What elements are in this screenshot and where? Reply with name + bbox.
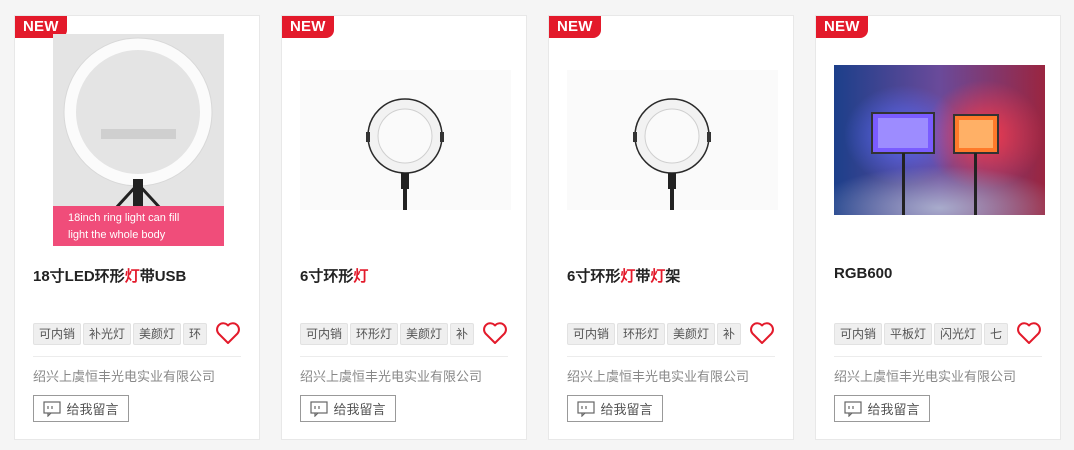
message-icon	[310, 400, 329, 417]
message-icon	[577, 400, 596, 417]
tag: 可内销	[567, 323, 616, 345]
tag: 环	[183, 323, 208, 345]
tag: 平板灯	[884, 323, 933, 345]
leave-message-button[interactable]: 给我留言	[567, 395, 663, 422]
leave-message-button[interactable]: 给我留言	[33, 395, 129, 422]
leave-message-label: 给我留言	[333, 402, 386, 417]
tag-list: 可内销 平板灯 闪光灯七	[834, 323, 1009, 345]
tag: 可内销	[834, 323, 883, 345]
tag: 环形灯	[350, 323, 399, 345]
leave-message-label: 给我留言	[66, 402, 119, 417]
tag: 美颜灯	[133, 323, 182, 345]
product-title[interactable]: 6寸环形灯	[300, 265, 368, 286]
leave-message-label: 给我留言	[867, 402, 920, 417]
tag-list: 可内销 补光灯 美颜灯环	[33, 323, 208, 345]
divider	[300, 356, 508, 357]
product-card[interactable]: NEW 18inch ring light can fill light the…	[14, 15, 260, 440]
heart-icon[interactable]	[1016, 321, 1042, 345]
product-title[interactable]: RGB600	[834, 265, 892, 282]
tag: 补光灯	[83, 323, 132, 345]
tag-list: 可内销 环形灯 美颜灯补	[567, 323, 742, 345]
tag: 美颜灯	[400, 323, 449, 345]
product-image[interactable]	[834, 34, 1045, 246]
image-caption-line1: 18inch ring light can fill	[68, 212, 179, 224]
product-card[interactable]: NEW 6寸环形灯 可内销 环形灯 美颜灯补 绍兴上虞恒丰光电实业有限公司 给我留言	[281, 15, 527, 440]
product-card[interactable]: NEW RGB600 可内销 平板灯 闪光灯 七 绍兴上虞恒丰光电实业有限公司 …	[815, 15, 1061, 440]
company-name[interactable]: 绍兴上虞恒丰光电实业有限公司	[567, 366, 749, 385]
image-caption-line2: light the whole body	[68, 229, 166, 241]
tag-list: 可内销 环形灯 美颜灯补	[300, 323, 475, 345]
heart-icon[interactable]	[749, 321, 775, 345]
tag: 环形灯	[617, 323, 666, 345]
tag: 可内销	[33, 323, 82, 345]
leave-message-button[interactable]: 给我留言	[834, 395, 930, 422]
company-name[interactable]: 绍兴上虞恒丰光电实业有限公司	[834, 366, 1016, 385]
tag: 美颜灯	[667, 323, 716, 345]
leave-message-label: 给我留言	[600, 402, 653, 417]
product-grid: NEW 18inch ring light can fill light the…	[0, 0, 1074, 450]
product-card[interactable]: NEW 6寸环形灯带灯架 可内销 环形灯 美颜灯补 绍兴上虞恒丰光电实业有限公司 给	[548, 15, 794, 440]
divider	[567, 356, 775, 357]
product-image[interactable]	[567, 34, 778, 246]
message-icon	[43, 400, 62, 417]
tag: 补	[450, 323, 475, 345]
product-title[interactable]: 18寸LED环形灯带USB	[33, 265, 186, 286]
tag: 闪光灯	[934, 323, 983, 345]
tag: 补	[717, 323, 742, 345]
product-title[interactable]: 6寸环形灯带灯架	[567, 265, 680, 286]
divider	[834, 356, 1042, 357]
product-image[interactable]	[300, 34, 511, 246]
divider	[33, 356, 241, 357]
product-image[interactable]: 18inch ring light can fill light the who…	[33, 34, 244, 246]
heart-icon[interactable]	[215, 321, 241, 345]
message-icon	[844, 400, 863, 417]
leave-message-button[interactable]: 给我留言	[300, 395, 396, 422]
tag: 可内销	[300, 323, 349, 345]
company-name[interactable]: 绍兴上虞恒丰光电实业有限公司	[300, 366, 482, 385]
tag: 七	[984, 323, 1009, 345]
heart-icon[interactable]	[482, 321, 508, 345]
company-name[interactable]: 绍兴上虞恒丰光电实业有限公司	[33, 366, 215, 385]
